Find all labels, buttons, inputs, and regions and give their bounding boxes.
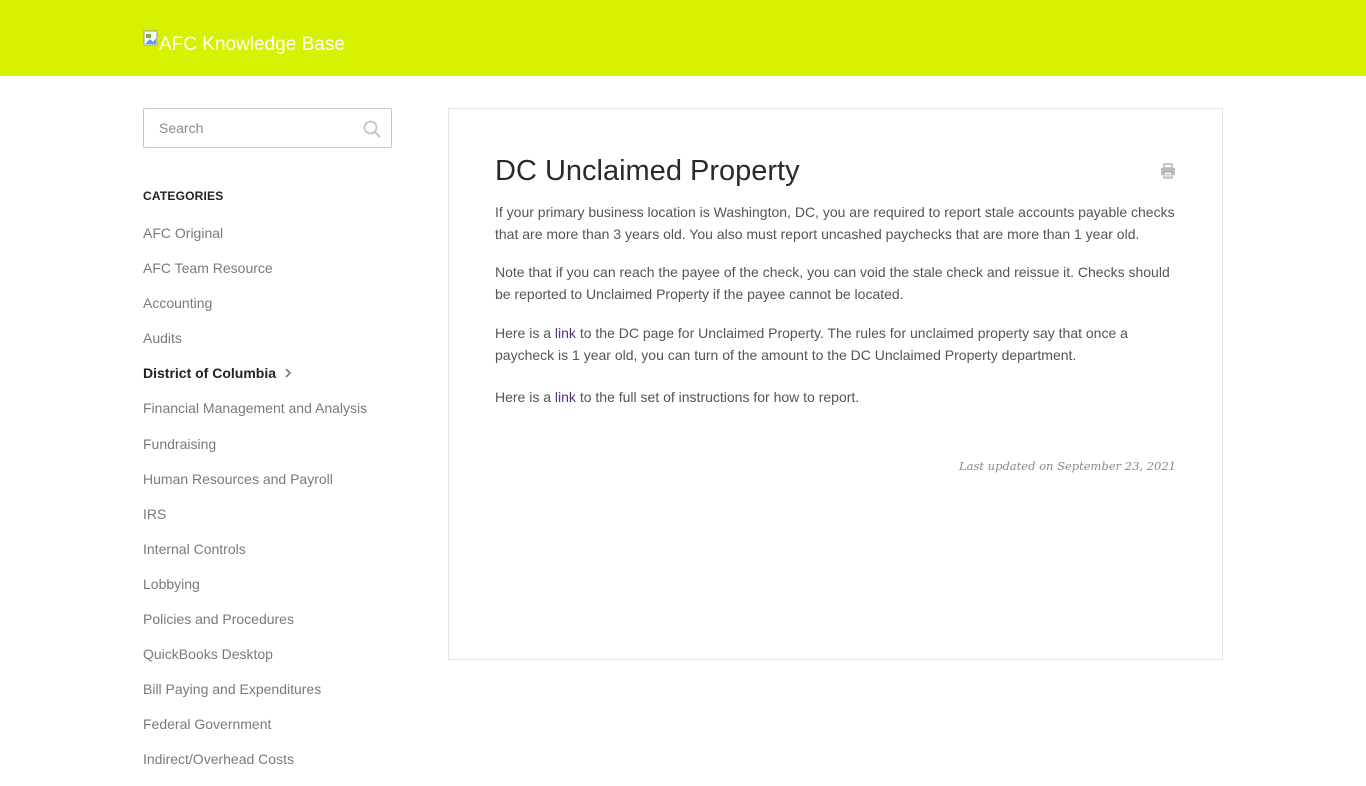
search-icon[interactable]: [363, 120, 381, 138]
site-logo-text: AFC Knowledge Base: [159, 34, 345, 55]
article-paragraph: Here is a link to the DC page for Unclai…: [495, 322, 1181, 366]
site-logo-link[interactable]: AFC Knowledge Base: [143, 30, 345, 56]
article-paragraph: Note that if you can reach the payee of …: [495, 264, 1170, 302]
search-box: [143, 108, 392, 148]
category-item-federal-government[interactable]: Federal Government: [143, 715, 367, 750]
category-label: Policies and Procedures: [143, 611, 294, 628]
category-label: AFC Team Resource: [143, 260, 273, 277]
category-label: Lobbying: [143, 575, 200, 592]
article-panel: DC Unclaimed Property If your primary bu…: [448, 108, 1223, 660]
category-label: AFC Original: [143, 225, 224, 241]
site-header: AFC Knowledge Base: [0, 0, 1366, 76]
category-item-fundraising[interactable]: Fundraising: [143, 435, 367, 470]
dc-unclaimed-property-link[interactable]: link: [555, 325, 576, 341]
category-label: District of Columbia: [143, 365, 277, 382]
article-paragraph: If your primary business location is Was…: [495, 204, 1175, 242]
category-item-bill-paying[interactable]: Bill Paying and Expenditures: [143, 680, 367, 715]
paragraph-text: to the DC page for Unclaimed Property. T…: [495, 325, 1128, 363]
category-label: Fundraising: [143, 435, 217, 452]
category-label: Federal Government: [143, 716, 272, 733]
categories-heading: CATEGORIES: [143, 189, 224, 203]
paragraph-text: to the full set of instructions for how …: [575, 389, 860, 405]
print-icon[interactable]: [1160, 163, 1176, 179]
paragraph-text: Here is a: [495, 389, 555, 405]
category-label: Internal Controls: [143, 540, 246, 557]
instructions-link[interactable]: link: [555, 389, 576, 405]
category-item-afc-team-resource[interactable]: AFC Team Resource: [143, 259, 367, 294]
category-item-district-of-columbia[interactable]: District of Columbia: [143, 364, 367, 399]
article-title: DC Unclaimed Property: [495, 155, 800, 187]
category-item-lobbying[interactable]: Lobbying: [143, 575, 367, 610]
search-input[interactable]: [145, 110, 355, 146]
category-item-quickbooks[interactable]: QuickBooks Desktop: [143, 645, 367, 680]
category-list: AFC Original AFC Team Resource Accountin…: [143, 224, 367, 786]
last-updated-text: Last updated on September 23, 2021: [959, 459, 1176, 473]
category-item-afc-original[interactable]: AFC Original: [143, 224, 367, 259]
category-label: Accounting: [143, 295, 213, 312]
category-label: QuickBooks Desktop: [143, 646, 273, 663]
category-label: Indirect/Overhead Costs: [143, 751, 294, 768]
category-item-human-resources[interactable]: Human Resources and Payroll: [143, 470, 367, 505]
category-label: Financial Management and Analysis: [143, 400, 368, 417]
category-item-irs[interactable]: IRS: [143, 505, 367, 540]
article-paragraph: Here is a link to the full set of instru…: [495, 386, 1181, 408]
category-item-internal-controls[interactable]: Internal Controls: [143, 540, 367, 575]
category-label: Human Resources and Payroll: [143, 470, 333, 487]
category-label: Bill Paying and Expenditures: [143, 681, 322, 698]
paragraph-text: Here is a: [495, 325, 555, 341]
category-item-policies[interactable]: Policies and Procedures: [143, 610, 367, 645]
category-item-financial-management[interactable]: Financial Management and Analysis: [143, 399, 367, 434]
category-label: Audits: [143, 330, 182, 347]
chevron-right-icon: [285, 368, 292, 378]
category-item-accounting[interactable]: Accounting: [143, 294, 367, 329]
broken-image-icon: [143, 30, 159, 46]
category-item-audits[interactable]: Audits: [143, 329, 367, 364]
category-label: IRS: [143, 505, 167, 522]
